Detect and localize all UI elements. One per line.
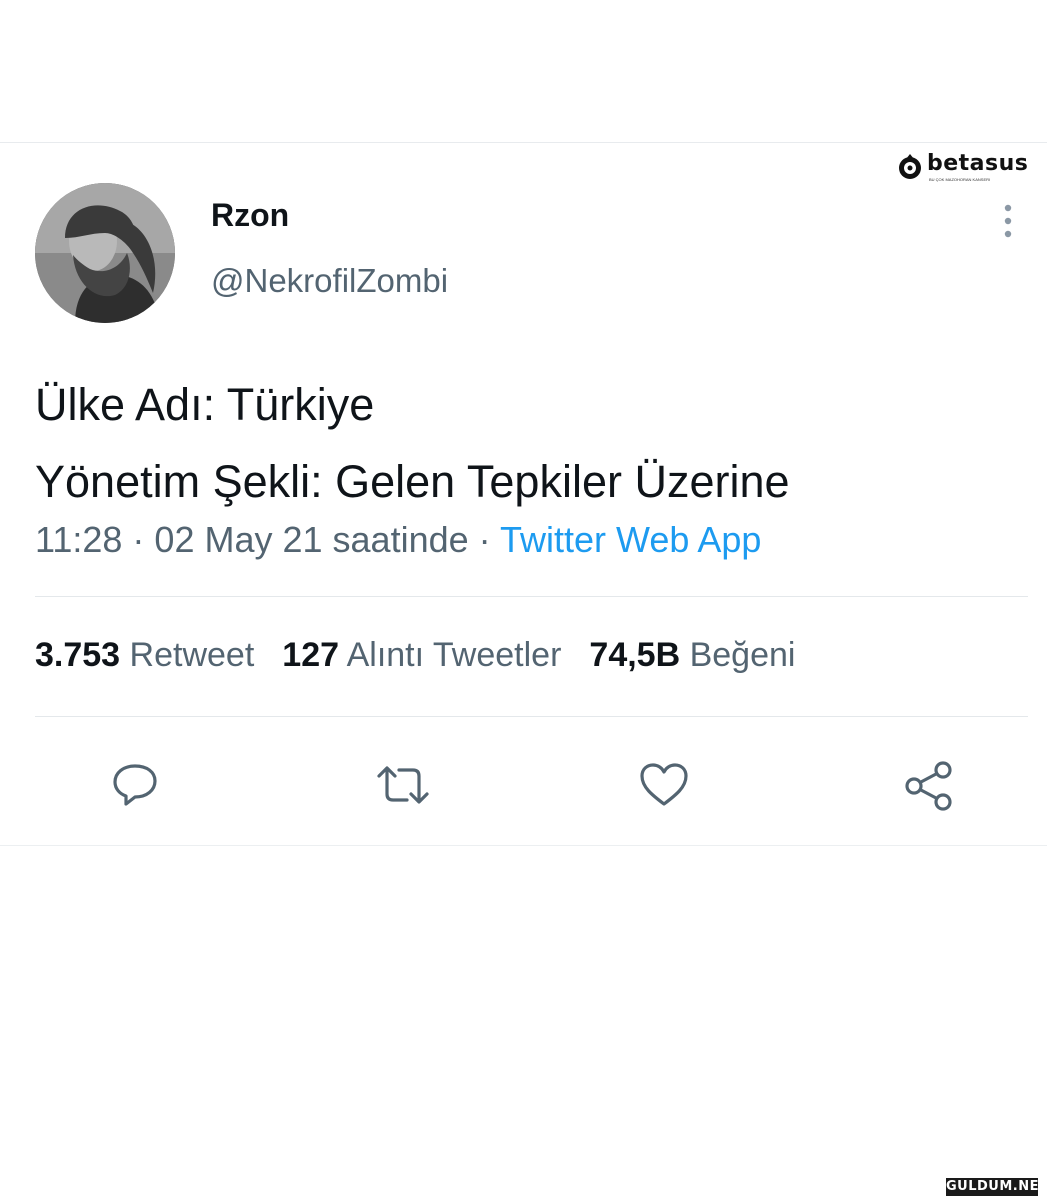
more-vertical-icon[interactable]	[997, 203, 1019, 239]
retweet-icon	[377, 766, 429, 804]
like-button[interactable]	[638, 760, 688, 810]
divider	[35, 596, 1028, 597]
divider	[35, 716, 1028, 717]
watermark-bottom: GULDUM.NET	[946, 1178, 1047, 1196]
stat-number: 74,5B	[589, 636, 681, 674]
tweet-meta: 11:28 · 02 May 21 saatinde · Twitter Web…	[35, 519, 761, 561]
tweet-time[interactable]: 11:28	[35, 519, 122, 560]
bottom-border	[0, 845, 1047, 846]
tweet-line: Yönetim Şekli: Gelen Tepkiler Üzerine	[35, 456, 790, 507]
watermark-logo: betasus BU ÇOK MAZOHORAN KANSERI	[896, 150, 1029, 186]
avatar[interactable]	[35, 183, 175, 323]
stat-number: 3.753	[35, 636, 121, 674]
stat-quote-tweets[interactable]: 127 Alıntı Tweetler	[282, 636, 561, 675]
watermark-text: betasus	[927, 151, 1029, 176]
stat-likes[interactable]: 74,5B Beğeni	[589, 636, 795, 675]
meta-separator: ·	[122, 519, 155, 560]
stat-label: Beğeni	[689, 636, 796, 674]
top-border	[0, 142, 1047, 143]
display-name[interactable]: Rzon	[211, 197, 289, 234]
stat-label: Alıntı Tweetler	[346, 636, 562, 674]
reply-icon	[113, 764, 157, 806]
avatar-image	[35, 183, 175, 323]
tweet-date[interactable]: 02 May 21 saatinde	[154, 519, 468, 560]
watermark-logo-icon	[899, 154, 921, 179]
share-button[interactable]	[903, 760, 953, 811]
stat-label: Retweet	[129, 636, 255, 674]
reply-button[interactable]	[110, 760, 160, 810]
tweet-source-link[interactable]: Twitter Web App	[500, 519, 761, 560]
tweet-text: Ülke Adı: Türkiye Yönetim Şekli: Gelen T…	[35, 366, 790, 520]
user-handle[interactable]: @NekrofilZombi	[211, 262, 448, 300]
tweet-stats: 3.753 Retweet 127 Alıntı Tweetler 74,5B …	[35, 636, 823, 675]
tweet-line: Ülke Adı: Türkiye	[35, 379, 375, 430]
stat-number: 127	[282, 636, 340, 674]
stat-retweets[interactable]: 3.753 Retweet	[35, 636, 254, 675]
watermark-subtext: BU ÇOK MAZOHORAN KANSERI	[929, 177, 991, 182]
heart-icon	[640, 763, 688, 806]
retweet-button[interactable]	[375, 760, 429, 810]
share-icon	[905, 761, 952, 811]
meta-separator: ·	[468, 519, 500, 560]
